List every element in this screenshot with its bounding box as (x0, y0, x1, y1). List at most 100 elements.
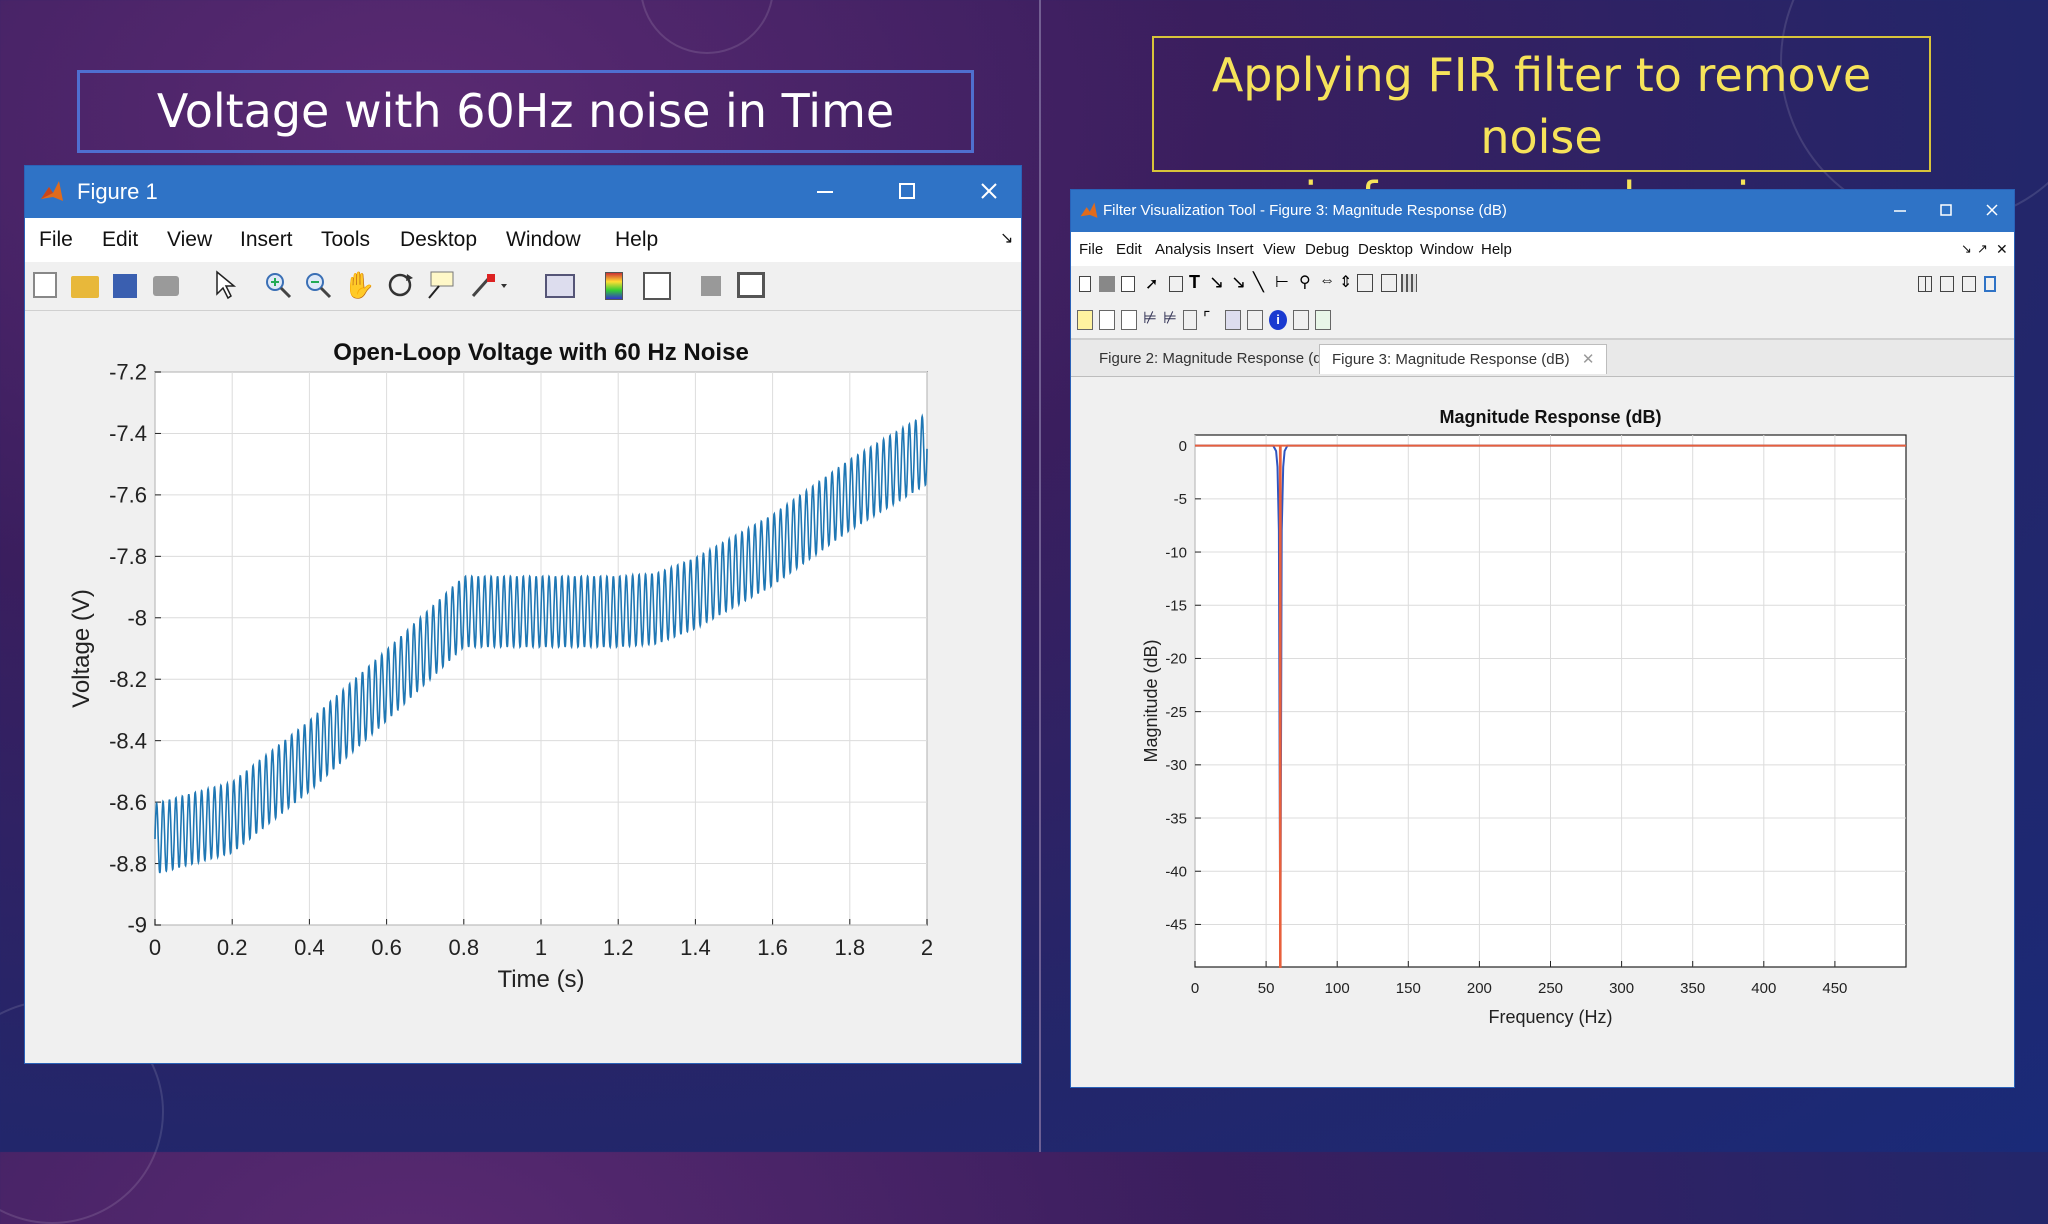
zoom-out-icon[interactable] (303, 270, 333, 305)
group-delay-icon[interactable]: ⊭ (1143, 308, 1157, 328)
legend-icon[interactable] (1381, 274, 1397, 292)
menu-window[interactable]: Window (1420, 241, 1473, 258)
coefficients-icon[interactable] (1247, 310, 1263, 330)
tile-left-right-icon[interactable] (1940, 276, 1954, 292)
x-tick-label: 2 (921, 935, 933, 960)
undock-arrow-icon[interactable]: ↗ (1977, 241, 1988, 257)
fvtool-tab-bar: Figure 2: Magnitude Response (dB) ✕ Figu… (1071, 339, 2014, 377)
menu-desktop[interactable]: Desktop (400, 228, 477, 252)
open-icon[interactable] (71, 276, 99, 298)
maximize-icon[interactable] (1931, 196, 1961, 226)
zoom-y-icon[interactable]: ⇕ (1339, 272, 1352, 292)
menu-view[interactable]: View (167, 228, 212, 252)
x-axis-label: Time (s) (497, 966, 584, 993)
close-document-icon[interactable]: ✕ (1996, 241, 2008, 258)
left-slide-title: Voltage with 60Hz noise in Time domain (77, 70, 974, 215)
menu-file[interactable]: File (39, 228, 73, 252)
maximize-icon[interactable] (887, 176, 927, 206)
menu-help[interactable]: Help (1481, 241, 1512, 258)
minimize-icon[interactable] (1885, 196, 1915, 226)
x-tick-label: 0.2 (217, 935, 248, 960)
tile-top-bottom-icon[interactable] (1962, 276, 1976, 292)
menu-view[interactable]: View (1263, 241, 1295, 258)
menu-help[interactable]: Help (615, 228, 658, 252)
select-arrow-icon[interactable]: ➚ (1145, 274, 1158, 294)
figure1-plot-area: 0 0.2 0.4 0.6 0.8 1 1.2 1.4 1.6 1.8 2 -7.2 -7.4 -7.6 -… (25, 312, 1021, 1063)
text-icon[interactable]: T (1189, 272, 1200, 293)
rectangle-icon[interactable] (1169, 276, 1183, 292)
magnitude-response-icon[interactable] (1077, 310, 1093, 330)
menu-analysis[interactable]: Analysis (1155, 241, 1211, 258)
y-tick-label: -15 (1165, 597, 1187, 614)
minimize-icon[interactable] (805, 176, 845, 206)
round-off-noise-icon[interactable] (1315, 310, 1331, 330)
grid-icon[interactable] (1401, 274, 1417, 292)
print-icon[interactable] (153, 276, 179, 296)
maximize-document-icon[interactable] (1984, 276, 1996, 292)
filter-info-icon[interactable]: i (1269, 310, 1287, 330)
x-tick-label: 450 (1822, 980, 1847, 997)
double-arrow-icon[interactable]: ↘ (1231, 272, 1246, 293)
menu-edit[interactable]: Edit (1116, 241, 1142, 258)
save-icon[interactable] (113, 274, 137, 298)
tab-close-icon[interactable]: ✕ (1582, 351, 1595, 368)
show-plot-tools-icon[interactable] (737, 272, 765, 298)
step-response-icon[interactable]: ⌜ (1203, 308, 1211, 328)
right-title-line1: Applying FIR filter to remove noise (1211, 48, 1872, 164)
dock-arrow-icon[interactable]: ↘ (1000, 228, 1013, 248)
figure1-menubar: File Edit View Insert Tools Desktop Wind… (25, 218, 1021, 262)
y-tick-label: -20 (1165, 651, 1187, 668)
tile-icon[interactable] (1918, 276, 1932, 292)
figure1-titlebar[interactable]: Figure 1 (25, 166, 1021, 218)
magnitude-estimate-icon[interactable] (1293, 310, 1309, 330)
print-icon[interactable] (1099, 276, 1115, 292)
new-figure-icon[interactable] (33, 272, 57, 298)
menu-tools[interactable]: Tools (321, 228, 370, 252)
y-tick-label: -45 (1165, 917, 1187, 934)
zoom-in-icon[interactable]: ⚲ (1299, 272, 1311, 292)
x-tick-label: 1.8 (835, 935, 866, 960)
x-tick-label: 1 (535, 935, 547, 960)
link-plot-icon[interactable] (545, 274, 575, 298)
menu-desktop[interactable]: Desktop (1358, 241, 1413, 258)
tab-figure-3-label: Figure 3: Magnitude Response (dB) (1332, 351, 1570, 368)
zoom-in-icon[interactable] (263, 270, 293, 305)
y-tick-label: -35 (1165, 810, 1187, 827)
impulse-response-icon[interactable] (1183, 310, 1197, 330)
arrow-icon[interactable]: ↘ (1209, 272, 1224, 293)
close-icon[interactable] (969, 176, 1009, 206)
pin-icon[interactable]: ⊢ (1275, 272, 1289, 292)
y-tick-label: -5 (1174, 491, 1187, 508)
pole-zero-icon[interactable] (1225, 310, 1241, 330)
legend-icon[interactable] (643, 272, 671, 300)
close-icon[interactable] (1977, 196, 2007, 226)
print-preview-icon[interactable] (1121, 276, 1135, 292)
magnitude-phase-icon[interactable] (1121, 310, 1137, 330)
menu-insert[interactable]: Insert (1216, 241, 1254, 258)
fvtool-titlebar[interactable]: Filter Visualization Tool - Figure 3: Ma… (1071, 190, 2014, 232)
hide-plot-tools-icon[interactable] (701, 276, 721, 296)
full-view-icon[interactable] (1357, 274, 1373, 292)
y-tick-label: -7.6 (109, 483, 147, 508)
menu-edit[interactable]: Edit (102, 228, 138, 252)
pan-hand-icon[interactable]: ✋ (343, 270, 375, 300)
y-tick-label: -8.6 (109, 790, 147, 815)
slide-divider (1039, 0, 1041, 1152)
menu-file[interactable]: File (1079, 241, 1103, 258)
menu-insert[interactable]: Insert (240, 228, 293, 252)
select-arrow-icon[interactable] (213, 270, 237, 305)
menu-window[interactable]: Window (506, 228, 581, 252)
new-icon[interactable] (1079, 276, 1091, 292)
line-icon[interactable]: ╲ (1253, 272, 1264, 293)
phase-response-icon[interactable] (1099, 310, 1115, 330)
rotate-3d-icon[interactable] (385, 270, 415, 305)
zoom-x-icon[interactable]: ⇔ (1319, 272, 1335, 290)
colorbar-icon[interactable] (605, 272, 623, 300)
tab-figure-3[interactable]: Figure 3: Magnitude Response (dB) ✕ (1319, 344, 1608, 374)
x-tick-label: 1.2 (603, 935, 634, 960)
data-cursor-icon[interactable] (425, 270, 457, 305)
brush-icon[interactable] (469, 270, 509, 305)
phase-delay-icon[interactable]: ⊭ (1163, 308, 1177, 328)
dock-arrow-icon[interactable]: ↘ (1961, 241, 1972, 257)
menu-debug[interactable]: Debug (1305, 241, 1349, 258)
